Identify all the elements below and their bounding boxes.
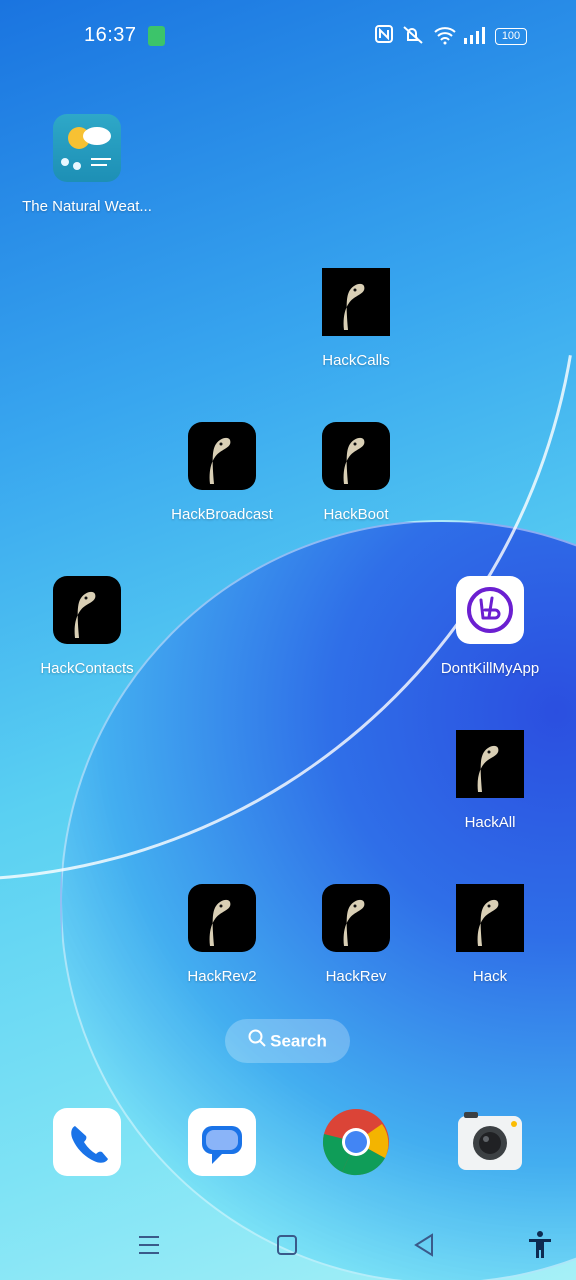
app-dontkillmyapp[interactable]: DontKillMyApp: [420, 576, 560, 677]
dock-messages[interactable]: [152, 1108, 292, 1176]
signal-icon: [463, 25, 487, 50]
status-bar: 16:37 100: [0, 22, 576, 52]
search-label: Search: [270, 1031, 327, 1051]
app-label: The Natural Weat...: [22, 198, 152, 215]
notification-icon: [148, 26, 165, 46]
dock-chrome[interactable]: [286, 1108, 426, 1176]
peace-hand-icon: [456, 576, 524, 644]
app-the-natural-weather[interactable]: The Natural Weat...: [17, 114, 157, 215]
app-hackbroadcast[interactable]: HackBroadcast: [152, 422, 292, 523]
mute-icon: [402, 25, 424, 50]
app-label: Hack: [472, 968, 508, 985]
app-label: HackContacts: [40, 660, 134, 677]
back-button[interactable]: [407, 1228, 441, 1262]
cat-icon: [188, 884, 256, 952]
cat-icon: [322, 884, 390, 952]
square-icon: [277, 1235, 297, 1255]
cat-icon: [188, 422, 256, 490]
navigation-bar: [0, 1228, 576, 1262]
app-hackcontacts[interactable]: HackContacts: [17, 576, 157, 677]
wifi-icon: [433, 25, 457, 50]
status-time: 16:37: [84, 24, 137, 46]
app-hackboot[interactable]: HackBoot: [286, 422, 426, 523]
recent-apps-button[interactable]: [132, 1228, 166, 1262]
app-hack[interactable]: Hack: [420, 884, 560, 985]
search-icon: [248, 1020, 266, 1064]
app-label: HackAll: [464, 814, 516, 831]
cat-icon: [53, 576, 121, 644]
app-label: HackRev: [325, 968, 387, 985]
cat-icon: [456, 730, 524, 798]
dock-phone[interactable]: [17, 1108, 157, 1176]
dock-camera[interactable]: [420, 1108, 560, 1176]
app-hackcalls[interactable]: HackCalls: [286, 268, 426, 369]
app-hackall[interactable]: HackAll: [420, 730, 560, 831]
app-label: HackCalls: [322, 352, 390, 369]
nfc-icon: [375, 25, 393, 48]
accessibility-button[interactable]: [523, 1228, 557, 1262]
cat-icon: [322, 268, 390, 336]
accessibility-icon: [529, 1231, 551, 1258]
app-label: HackBoot: [323, 506, 389, 523]
messages-icon: [188, 1108, 256, 1176]
app-hackrev2[interactable]: HackRev2: [152, 884, 292, 985]
cat-icon: [456, 884, 524, 952]
weather-app-icon: [53, 114, 121, 182]
cat-icon: [322, 422, 390, 490]
app-hackrev[interactable]: HackRev: [286, 884, 426, 985]
search-button[interactable]: Search: [225, 1019, 350, 1063]
app-label: HackBroadcast: [171, 506, 273, 523]
home-button[interactable]: [270, 1228, 304, 1262]
camera-icon: [456, 1108, 524, 1176]
chrome-icon: [322, 1108, 390, 1176]
app-label: DontKillMyApp: [440, 660, 540, 677]
back-triangle-icon: [414, 1233, 433, 1257]
menu-icon: [139, 1236, 159, 1254]
battery-indicator: 100: [495, 28, 527, 45]
app-label: HackRev2: [187, 968, 257, 985]
phone-icon: [53, 1108, 121, 1176]
